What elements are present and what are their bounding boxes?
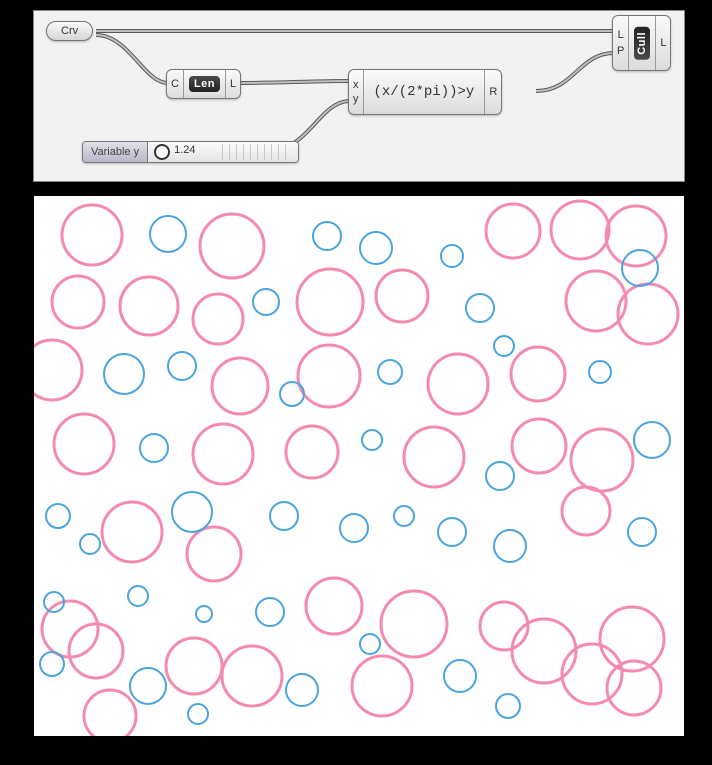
cull-component[interactable]: L P Cull L bbox=[612, 15, 671, 71]
expr-input-y[interactable]: y bbox=[353, 93, 359, 105]
len-output-l[interactable]: L bbox=[225, 70, 240, 98]
selected-circles bbox=[34, 201, 678, 736]
cull-cap: Cull bbox=[634, 27, 650, 60]
crv-param[interactable]: Crv bbox=[46, 21, 93, 41]
slider-ticks bbox=[222, 144, 292, 160]
viewport-preview bbox=[33, 195, 685, 737]
slider-value: 1.24 bbox=[174, 144, 195, 156]
slider-grip[interactable] bbox=[154, 144, 170, 160]
expr-input-x[interactable]: x bbox=[353, 79, 359, 91]
cull-input-p[interactable]: P bbox=[617, 45, 624, 57]
variable-y-slider[interactable]: Variable y 1.24 bbox=[82, 141, 299, 163]
length-component[interactable]: C Len L bbox=[166, 69, 241, 99]
len-cap: Len bbox=[189, 76, 220, 92]
cull-output-l[interactable]: L bbox=[655, 16, 670, 70]
definition-panel: Crv C Len L x y (x/(2*pi))>y R L P Cull … bbox=[33, 10, 685, 182]
slider-track[interactable]: 1.24 bbox=[148, 142, 298, 162]
cull-input-l[interactable]: L bbox=[618, 29, 624, 41]
len-input-c[interactable]: C bbox=[167, 70, 183, 98]
expression-component[interactable]: x y (x/(2*pi))>y R bbox=[348, 69, 502, 115]
expr-output-r[interactable]: R bbox=[484, 70, 501, 114]
expr-body[interactable]: (x/(2*pi))>y bbox=[363, 70, 485, 114]
slider-label: Variable y bbox=[83, 142, 148, 162]
